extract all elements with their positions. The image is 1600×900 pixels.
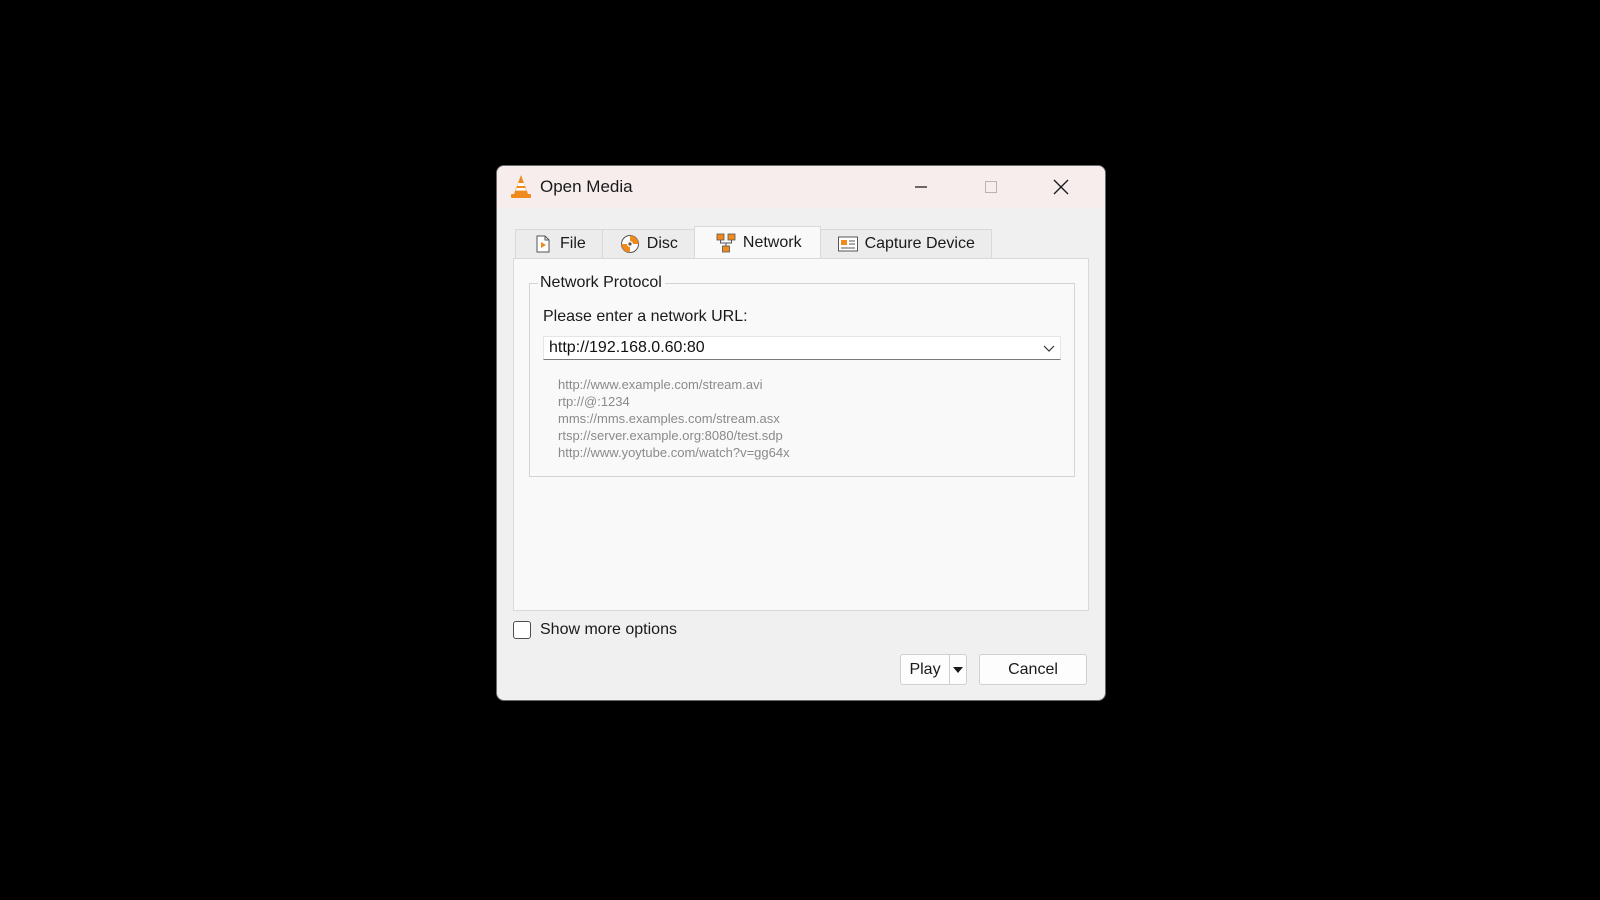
tab-network-label: Network	[742, 233, 802, 251]
close-button[interactable]	[1026, 166, 1096, 208]
maximize-button[interactable]	[956, 166, 1026, 208]
caret-down-icon	[953, 666, 963, 673]
tab-capture-device[interactable]: Capture Device	[819, 229, 992, 258]
file-icon	[532, 233, 554, 255]
network-url-combobox[interactable]: http://192.168.0.60:80	[543, 336, 1061, 360]
close-icon	[1053, 179, 1069, 195]
url-label: Please enter a network URL:	[543, 308, 748, 325]
show-more-options-toggle[interactable]: Show more options	[513, 621, 677, 639]
chevron-down-icon[interactable]	[1041, 340, 1057, 356]
tab-file[interactable]: File	[515, 229, 603, 258]
network-icon	[715, 232, 737, 254]
tab-network[interactable]: Network	[693, 226, 821, 258]
title-bar[interactable]: Open Media	[497, 166, 1105, 208]
window-title: Open Media	[540, 177, 633, 196]
network-protocol-group: Network Protocol Please enter a network …	[529, 274, 1075, 477]
play-button[interactable]: Play	[901, 661, 949, 679]
play-split-button: Play	[900, 654, 967, 685]
example-url: rtp://@:1234	[558, 394, 630, 409]
tab-bar: File Disc Network Capture Device	[515, 226, 992, 258]
tab-disc-label: Disc	[646, 235, 678, 252]
network-tab-panel: Network Protocol Please enter a network …	[513, 258, 1089, 611]
tab-capture-device-label: Capture Device	[864, 235, 975, 252]
example-url: http://www.example.com/stream.avi	[558, 377, 763, 392]
show-more-options-checkbox[interactable]	[513, 621, 531, 639]
group-title: Network Protocol	[538, 274, 665, 292]
capture-device-icon	[837, 233, 859, 255]
open-media-dialog: Open Media File Disc Network Capture Dev…	[496, 165, 1106, 701]
url-examples: http://www.example.com/stream.avi rtp://…	[558, 376, 790, 461]
play-options-dropdown[interactable]	[950, 655, 966, 684]
minimize-button[interactable]	[886, 166, 956, 208]
tab-disc[interactable]: Disc	[601, 229, 695, 258]
example-url: rtsp://server.example.org:8080/test.sdp	[558, 428, 783, 443]
example-url: http://www.yoytube.com/watch?v=gg64x	[558, 445, 790, 460]
maximize-icon	[985, 181, 997, 193]
tab-file-label: File	[560, 235, 586, 252]
vlc-cone-icon	[509, 174, 533, 200]
cancel-button[interactable]: Cancel	[979, 654, 1087, 685]
disc-icon	[619, 233, 641, 255]
network-url-value[interactable]: http://192.168.0.60:80	[549, 339, 705, 357]
example-url: mms://mms.examples.com/stream.asx	[558, 411, 780, 426]
minimize-icon	[915, 186, 927, 188]
show-more-options-label[interactable]: Show more options	[540, 621, 677, 639]
